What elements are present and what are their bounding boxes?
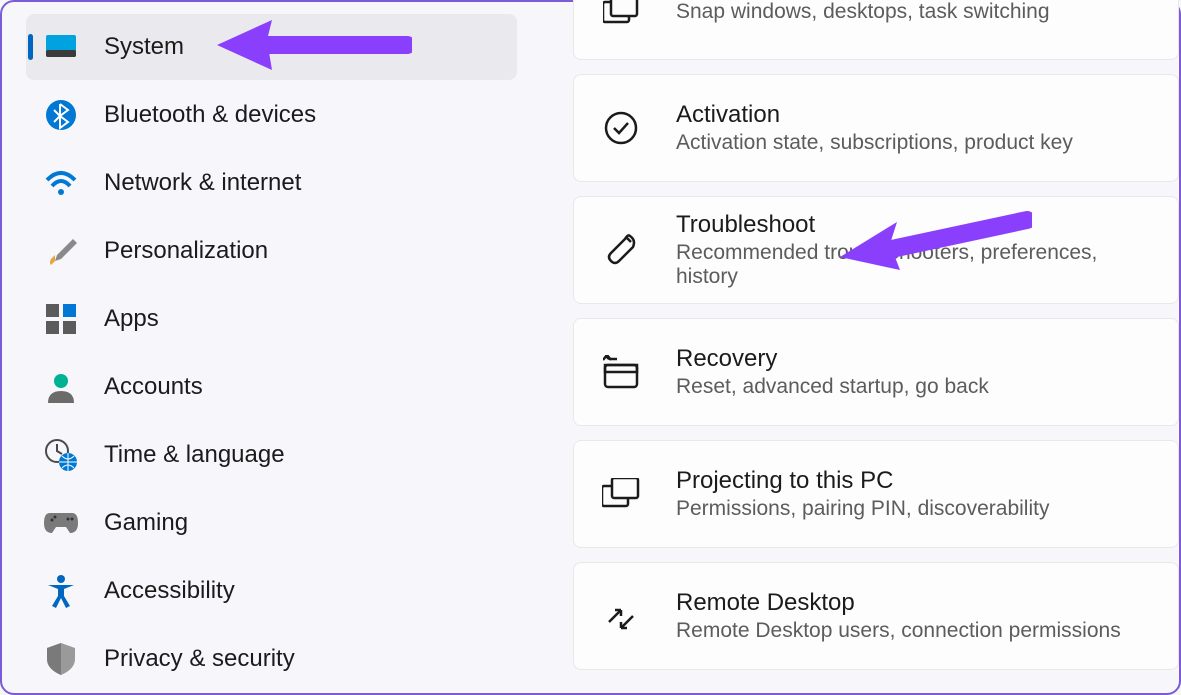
sidebar-item-gaming[interactable]: Gaming bbox=[26, 490, 517, 556]
card-subtitle: Recommended troubleshooters, preferences… bbox=[676, 241, 1150, 289]
sidebar-item-personalization[interactable]: Personalization bbox=[26, 218, 517, 284]
apps-icon bbox=[44, 302, 78, 336]
shield-icon bbox=[44, 642, 78, 676]
card-multitasking[interactable]: Snap windows, desktops, task switching bbox=[573, 0, 1179, 60]
card-subtitle: Activation state, subscriptions, product… bbox=[676, 131, 1073, 155]
sidebar-item-label: Bluetooth & devices bbox=[104, 101, 316, 129]
recovery-icon bbox=[602, 353, 640, 391]
card-subtitle: Reset, advanced startup, go back bbox=[676, 375, 989, 399]
accessibility-icon bbox=[44, 574, 78, 608]
sidebar-item-label: Gaming bbox=[104, 509, 188, 537]
sidebar-item-label: Network & internet bbox=[104, 169, 301, 197]
bluetooth-icon bbox=[44, 98, 78, 132]
card-projecting[interactable]: Projecting to this PC Permissions, pairi… bbox=[573, 440, 1179, 548]
card-remote-desktop[interactable]: Remote Desktop Remote Desktop users, con… bbox=[573, 562, 1179, 670]
sidebar-item-network[interactable]: Network & internet bbox=[26, 150, 517, 216]
card-title: Recovery bbox=[676, 345, 989, 373]
sidebar-item-system[interactable]: System bbox=[26, 14, 517, 80]
person-icon bbox=[44, 370, 78, 404]
card-activation[interactable]: Activation Activation state, subscriptio… bbox=[573, 74, 1179, 182]
sidebar-item-label: Accounts bbox=[104, 373, 203, 401]
wifi-icon bbox=[44, 166, 78, 200]
sidebar-item-bluetooth[interactable]: Bluetooth & devices bbox=[26, 82, 517, 148]
card-title: Projecting to this PC bbox=[676, 467, 1049, 495]
card-title: Activation bbox=[676, 101, 1073, 129]
sidebar-item-label: Accessibility bbox=[104, 577, 235, 605]
sidebar-item-accessibility[interactable]: Accessibility bbox=[26, 558, 517, 624]
project-icon bbox=[602, 475, 640, 513]
settings-content: Snap windows, desktops, task switching A… bbox=[527, 2, 1179, 693]
card-subtitle: Permissions, pairing PIN, discoverabilit… bbox=[676, 497, 1049, 521]
sidebar-item-accounts[interactable]: Accounts bbox=[26, 354, 517, 420]
wrench-icon bbox=[602, 231, 640, 269]
card-recovery[interactable]: Recovery Reset, advanced startup, go bac… bbox=[573, 318, 1179, 426]
sidebar-item-label: Apps bbox=[104, 305, 159, 333]
sidebar-item-label: Privacy & security bbox=[104, 645, 295, 673]
sidebar-item-apps[interactable]: Apps bbox=[26, 286, 517, 352]
card-title: Troubleshoot bbox=[676, 211, 1150, 239]
sidebar-item-label: Time & language bbox=[104, 441, 285, 469]
checkmark-circle-icon bbox=[602, 109, 640, 147]
gamepad-icon bbox=[44, 506, 78, 540]
sidebar-item-time-language[interactable]: Time & language bbox=[26, 422, 517, 488]
sidebar-item-privacy-security[interactable]: Privacy & security bbox=[26, 626, 517, 692]
card-subtitle: Remote Desktop users, connection permiss… bbox=[676, 619, 1121, 643]
card-troubleshoot[interactable]: Troubleshoot Recommended troubleshooters… bbox=[573, 196, 1179, 304]
card-subtitle: Snap windows, desktops, task switching bbox=[676, 0, 1050, 24]
settings-sidebar: System Bluetooth & devices Network & int… bbox=[2, 2, 527, 693]
sidebar-item-label: System bbox=[104, 33, 184, 61]
card-title: Remote Desktop bbox=[676, 589, 1121, 617]
multitask-icon bbox=[602, 0, 640, 30]
sidebar-item-label: Personalization bbox=[104, 237, 268, 265]
remote-desktop-icon bbox=[602, 597, 640, 635]
monitor-icon bbox=[44, 30, 78, 64]
brush-icon bbox=[44, 234, 78, 268]
clock-globe-icon bbox=[44, 438, 78, 472]
